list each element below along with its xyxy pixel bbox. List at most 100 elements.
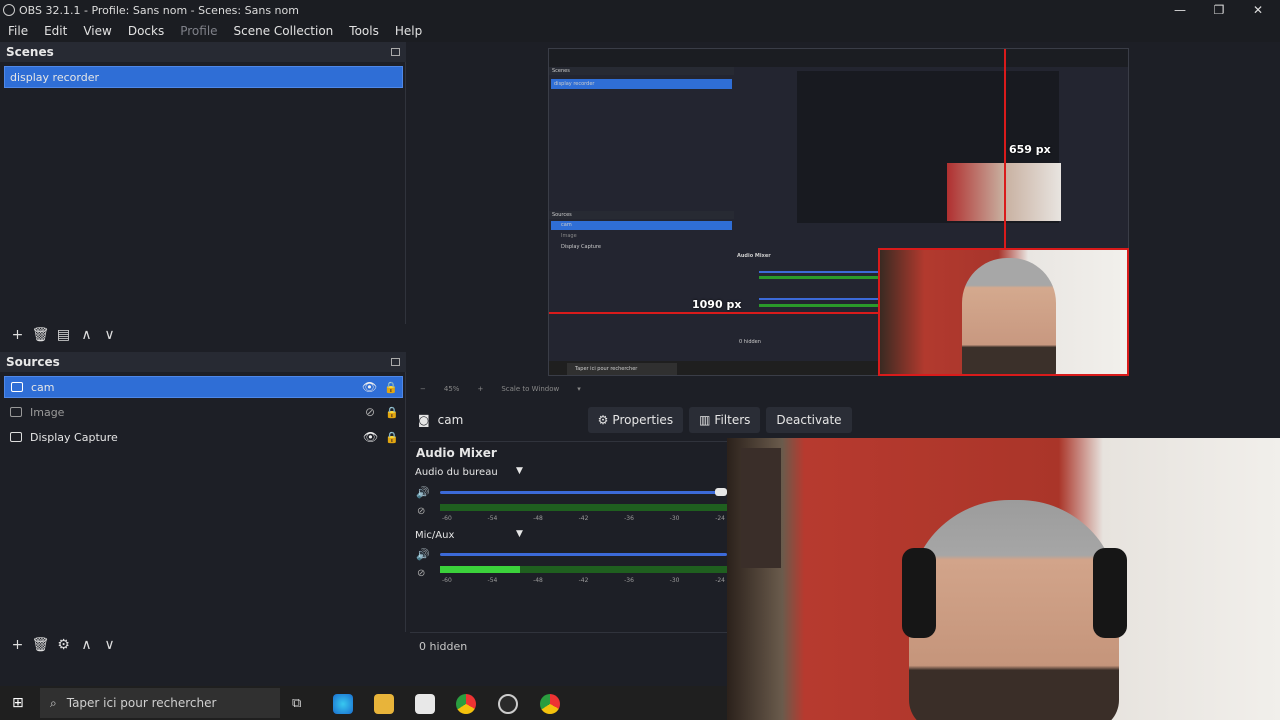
- scene-item-display-recorder[interactable]: display recorder: [4, 66, 403, 88]
- scale-tick: -30: [669, 577, 680, 584]
- eye-icon[interactable]: 👁: [363, 430, 378, 444]
- speaker-icon[interactable]: 🔊: [416, 486, 430, 499]
- menu-file[interactable]: File: [0, 24, 36, 38]
- lock-icon[interactable]: 🔒: [384, 381, 398, 394]
- volume-slider-mic[interactable]: [440, 553, 727, 556]
- dock-float-icon[interactable]: [391, 48, 400, 56]
- filters-button[interactable]: ▥ Filters: [689, 407, 761, 433]
- nested-mixer-title: Audio Mixer: [737, 253, 771, 259]
- channel-name-desktop: Audio du bureau: [415, 467, 498, 478]
- headphone-icon[interactable]: ⊘: [417, 568, 425, 579]
- headphone-icon[interactable]: ⊘: [417, 506, 425, 517]
- move-up-icon[interactable]: ∧: [75, 637, 98, 653]
- chrome-icon[interactable]: [456, 694, 476, 714]
- menu-view[interactable]: View: [75, 24, 119, 38]
- sources-toolbar: + 🗑 ⚙ ∧ ∨: [0, 632, 406, 658]
- source-item-image[interactable]: Image ⊘ 🔒: [4, 401, 403, 423]
- scale-dropdown-icon[interactable]: ▾: [577, 385, 581, 393]
- nested-vol-track: [759, 298, 879, 300]
- level-fill: [440, 566, 521, 573]
- sources-dock-title: Sources: [0, 352, 406, 372]
- width-px-label: 1090 px: [692, 298, 742, 311]
- scale-tick: -60: [442, 515, 452, 522]
- add-scene-icon[interactable]: +: [6, 327, 29, 343]
- nested-meter: [759, 276, 879, 279]
- filter-icon: ▥: [699, 413, 711, 427]
- maximize-icon[interactable]: ❐: [1199, 0, 1239, 20]
- obs-logo-icon: [3, 4, 15, 16]
- remove-scene-icon[interactable]: 🗑: [29, 327, 52, 343]
- scale-tick: -24: [715, 577, 725, 584]
- channel-menu-icon[interactable]: ▼: [516, 466, 523, 476]
- context-source-name: cam: [437, 413, 464, 427]
- scale-tick: -48: [533, 577, 543, 584]
- menu-tools[interactable]: Tools: [341, 24, 387, 38]
- taskbar-search-text: Taper ici pour rechercher: [66, 696, 217, 710]
- zoom-in-icon[interactable]: +: [477, 385, 483, 393]
- channel-menu-icon[interactable]: ▼: [516, 529, 523, 539]
- move-up-icon[interactable]: ∧: [75, 327, 98, 343]
- deactivate-button[interactable]: Deactivate: [766, 407, 852, 433]
- nested-search: Taper ici pour rechercher: [567, 363, 677, 375]
- properties-button[interactable]: ⚙ Properties: [587, 407, 684, 433]
- menu-edit[interactable]: Edit: [36, 24, 75, 38]
- sources-title: Sources: [6, 355, 60, 369]
- eye-hidden-icon[interactable]: ⊘: [363, 405, 377, 419]
- deactivate-label: Deactivate: [776, 413, 842, 427]
- volume-handle-desktop[interactable]: [715, 488, 727, 496]
- menu-help[interactable]: Help: [387, 24, 430, 38]
- scale-tick: -60: [442, 577, 452, 584]
- lock-icon[interactable]: 🔒: [385, 406, 399, 419]
- scale-mode[interactable]: Scale to Window: [501, 385, 559, 393]
- scene-label: display recorder: [10, 70, 99, 84]
- scene-filters-icon[interactable]: ▤: [52, 327, 75, 343]
- menu-docks[interactable]: Docks: [120, 24, 172, 38]
- edge-icon[interactable]: [333, 694, 353, 714]
- person-thumbnail: [962, 258, 1056, 374]
- menu-scene-collection[interactable]: Scene Collection: [226, 24, 342, 38]
- move-down-icon[interactable]: ∨: [98, 637, 121, 653]
- nested-scene-label: display recorder: [554, 81, 595, 87]
- scale-tick: -42: [578, 515, 589, 522]
- add-source-icon[interactable]: +: [6, 637, 29, 653]
- nested-menubar: [549, 49, 1128, 67]
- minimize-icon[interactable]: —: [1160, 0, 1200, 20]
- source-item-cam[interactable]: cam 👁 🔒: [4, 376, 403, 398]
- menu-profile[interactable]: Profile: [172, 24, 225, 38]
- meter-scale: -60 -54 -48 -42 -36 -30 -24: [440, 515, 727, 522]
- audio-mixer-dock: Audio Mixer Audio du bureau ▼ 🔊 ⊘ -60 -54…: [410, 441, 727, 661]
- context-bar: ◙ cam ⚙ Properties ▥ Filters Deactivate: [410, 404, 1280, 436]
- mixer-title: Audio Mixer: [416, 446, 497, 460]
- lock-icon[interactable]: 🔒: [385, 431, 399, 444]
- nested-vol-track: [759, 271, 879, 273]
- dock-float-icon[interactable]: [391, 358, 400, 366]
- windows-start-icon[interactable]: ⊞: [12, 695, 24, 711]
- chrome-profile-icon[interactable]: [540, 694, 560, 714]
- volume-slider-desktop[interactable]: [440, 491, 727, 494]
- level-meter-desktop: [440, 504, 727, 511]
- source-item-display-capture[interactable]: Display Capture 👁 🔒: [4, 426, 403, 448]
- scale-tick: -36: [624, 577, 634, 584]
- obs-taskbar-icon[interactable]: [498, 694, 518, 714]
- nested-source-label: Image: [561, 233, 577, 239]
- source-label: Display Capture: [30, 430, 118, 444]
- move-down-icon[interactable]: ∨: [98, 327, 121, 343]
- close-icon[interactable]: ✕: [1238, 0, 1278, 20]
- camera-icon: ◙: [418, 413, 430, 427]
- zoom-out-icon[interactable]: −: [420, 385, 426, 393]
- hidden-sources-label: 0 hidden: [410, 632, 727, 660]
- speaker-icon[interactable]: 🔊: [416, 548, 430, 561]
- search-icon: ⌕: [50, 695, 57, 710]
- file-explorer-icon[interactable]: [374, 694, 394, 714]
- properties-label: Properties: [612, 413, 674, 427]
- remove-source-icon[interactable]: 🗑: [29, 637, 52, 653]
- taskbar-search[interactable]: ⌕ Taper ici pour rechercher: [40, 688, 280, 718]
- eye-icon[interactable]: 👁: [362, 380, 377, 394]
- image-icon: [10, 407, 22, 417]
- scale-tick: -48: [533, 515, 543, 522]
- store-icon[interactable]: [415, 694, 435, 714]
- cam-source-bounding-box[interactable]: [878, 248, 1129, 376]
- scale-tick: -24: [715, 515, 725, 522]
- source-properties-icon[interactable]: ⚙: [52, 637, 75, 653]
- task-view-icon[interactable]: ⧉: [292, 696, 301, 711]
